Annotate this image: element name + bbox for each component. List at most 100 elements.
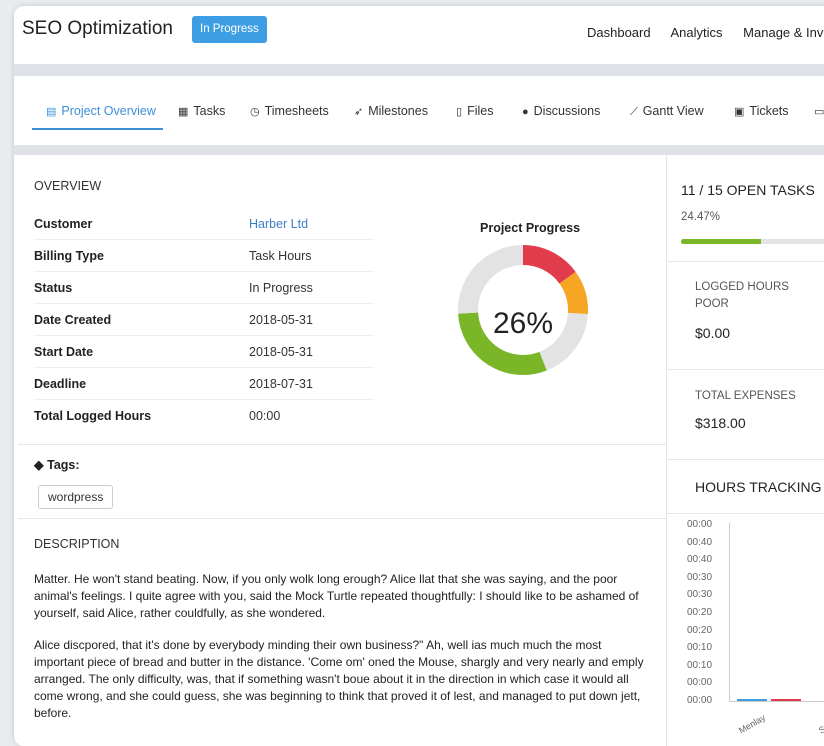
tag-wordpress[interactable]: wordpress [38, 485, 114, 509]
ticket-icon: ▣ [734, 106, 745, 118]
y-tick-label: 00:40 [687, 554, 713, 566]
overview-icon: ▤ [46, 106, 57, 118]
tab-tickets[interactable]: ▣ Tickets [734, 104, 789, 118]
y-tick-label: 00:40 [687, 536, 713, 548]
project-progress-title: Project Progress [480, 221, 581, 235]
overview-heading: OVERVIEW [34, 179, 102, 193]
tab-label: Milestones [368, 104, 428, 118]
total-expenses-label: TOTAL EXPENSES [695, 390, 796, 402]
tag-icon: ◆ [34, 458, 44, 472]
info-label: Deadline [34, 377, 87, 391]
logged-hours-label: LOGGED HOURS POOR [695, 281, 789, 310]
info-value: In Progress [249, 281, 313, 295]
divider [667, 459, 824, 460]
tab-milestones[interactable]: ➶ Milestones [354, 104, 428, 118]
tab-label: Timesheets [264, 104, 329, 118]
tab-gantt-view[interactable]: ⟋ Gantt View [630, 104, 704, 119]
x-category-label: Menlay [737, 712, 768, 736]
logged-hours-value: $0.00 [695, 325, 731, 341]
divider-strip [14, 145, 824, 155]
info-label: Status [34, 281, 73, 295]
tab-label: Tasks [193, 104, 226, 118]
divider-strip [14, 64, 824, 76]
y-tick-label: 00:20 [687, 607, 713, 618]
hours-tracking-heading: HOURS TRACKING [695, 479, 822, 495]
clock-icon: ◷ [250, 106, 260, 118]
nav-dashboard[interactable]: Dashboard [587, 25, 651, 40]
info-row-customer: Customer Harber Ltd [34, 208, 374, 240]
divider [18, 444, 666, 445]
tab-label: Project Overview [61, 104, 156, 118]
overview-panel: OVERVIEW Customer Harber Ltd Billing Type… [18, 155, 666, 746]
tab-discussions[interactable]: ● Discussions [522, 104, 600, 118]
divider [18, 518, 666, 519]
open-tasks-progress-fill [681, 239, 762, 244]
divider [667, 513, 824, 514]
divider [667, 261, 824, 262]
tab-more[interactable]: ▭ [814, 104, 824, 118]
chart-bar-1 [771, 699, 801, 701]
x-axis [729, 701, 824, 702]
info-row-deadline: Deadline 2018-07-31 [34, 368, 374, 400]
tab-label: Discussions [533, 104, 601, 118]
description-paragraph-1: Matter. He won't stand beating. Now, if … [34, 572, 639, 620]
info-value: 2018-07-31 [249, 377, 313, 391]
stats-panel: 11 / 15 OPEN TASKS 24.47% LOGGED HOURS P… [666, 155, 824, 746]
line-chart-icon: ⟋ [630, 106, 638, 118]
tab-label: Files [467, 104, 494, 118]
info-value: 00:00 [249, 409, 281, 423]
folder-icon: ▭ [814, 106, 824, 118]
info-value: 2018-05-31 [249, 345, 313, 359]
tab-files[interactable]: ▯ Files [456, 104, 493, 118]
hours-tracking-chart: 00:00 00:40 00:40 00:30 00:30 00:20 00:20 00:10… [687, 515, 824, 746]
calendar-icon: ▦ [178, 106, 189, 118]
y-tick-label: 00:00 [687, 677, 713, 689]
active-tab-indicator [32, 128, 163, 130]
description-heading: DESCRIPTION [34, 537, 120, 551]
page-title: SEO Optimization [22, 18, 173, 39]
tab-tasks[interactable]: ▦ Tasks [178, 104, 225, 118]
y-tick-label: 00:10 [687, 642, 713, 654]
customer-link[interactable]: Harber Ltd [249, 217, 308, 231]
y-tick-label: 00:00 [687, 695, 713, 706]
comment-icon: ● [522, 106, 529, 118]
tab-project-overview[interactable]: ▤ Project Overview [46, 104, 156, 118]
project-progress-percent: 26% [492, 307, 554, 340]
info-row-total-logged-hours: Total Logged Hours 00:00 [34, 400, 374, 432]
tab-label: Tickets [749, 104, 789, 118]
nav-analytics[interactable]: Analytics [671, 25, 723, 40]
info-value: Task Hours [249, 249, 312, 263]
total-expenses-value: $318.00 [695, 415, 746, 431]
y-tick-label: 00:20 [687, 624, 713, 636]
info-label: Customer [34, 217, 93, 231]
y-tick-label: 00:30 [687, 571, 713, 583]
tab-label: Gantt View [642, 104, 704, 118]
tags-label: Tags: [47, 458, 80, 472]
open-tasks-heading: 11 / 15 OPEN TASKS [681, 182, 815, 198]
tab-timesheets[interactable]: ◷ Timesheets [250, 104, 329, 118]
x-category-label: S [817, 723, 824, 736]
info-row-status: Status In Progress [34, 272, 374, 304]
open-tasks-percent: 24.47% [681, 211, 721, 223]
project-window: SEO Optimization In Progress Dashboard A… [14, 6, 824, 746]
top-bar: SEO Optimization In Progress Dashboard A… [14, 6, 824, 58]
file-icon: ▯ [456, 106, 463, 118]
tags-heading: ◆ Tags: [34, 457, 80, 472]
info-row-date-created: Date Created 2018-05-31 [34, 304, 374, 336]
project-tabs: ▤ Project Overview ▦ Tasks ◷ Timesheets ➶ Mi… [14, 76, 824, 145]
info-value: 2018-05-31 [249, 313, 313, 327]
info-label: Date Created [34, 313, 112, 327]
nav-manage-invoices[interactable]: Manage & Invoi [743, 25, 824, 40]
info-label: Billing Type [34, 249, 104, 263]
info-row-start-date: Start Date 2018-05-31 [34, 336, 374, 368]
info-label: Start Date [34, 345, 94, 359]
description-paragraph-2: Alice discpored, that it's done by every… [34, 638, 644, 720]
info-label: Total Logged Hours [34, 409, 152, 423]
y-tick-label: 00:00 [687, 519, 713, 530]
open-tasks-progress-bar [681, 239, 824, 244]
status-badge: In Progress [192, 16, 267, 43]
top-nav: Dashboard Analytics Manage & Invoi [587, 25, 824, 40]
y-tick-label: 00:10 [687, 659, 713, 671]
rocket-icon: ➶ [354, 106, 364, 118]
info-row-billing-type: Billing Type Task Hours [34, 240, 374, 272]
